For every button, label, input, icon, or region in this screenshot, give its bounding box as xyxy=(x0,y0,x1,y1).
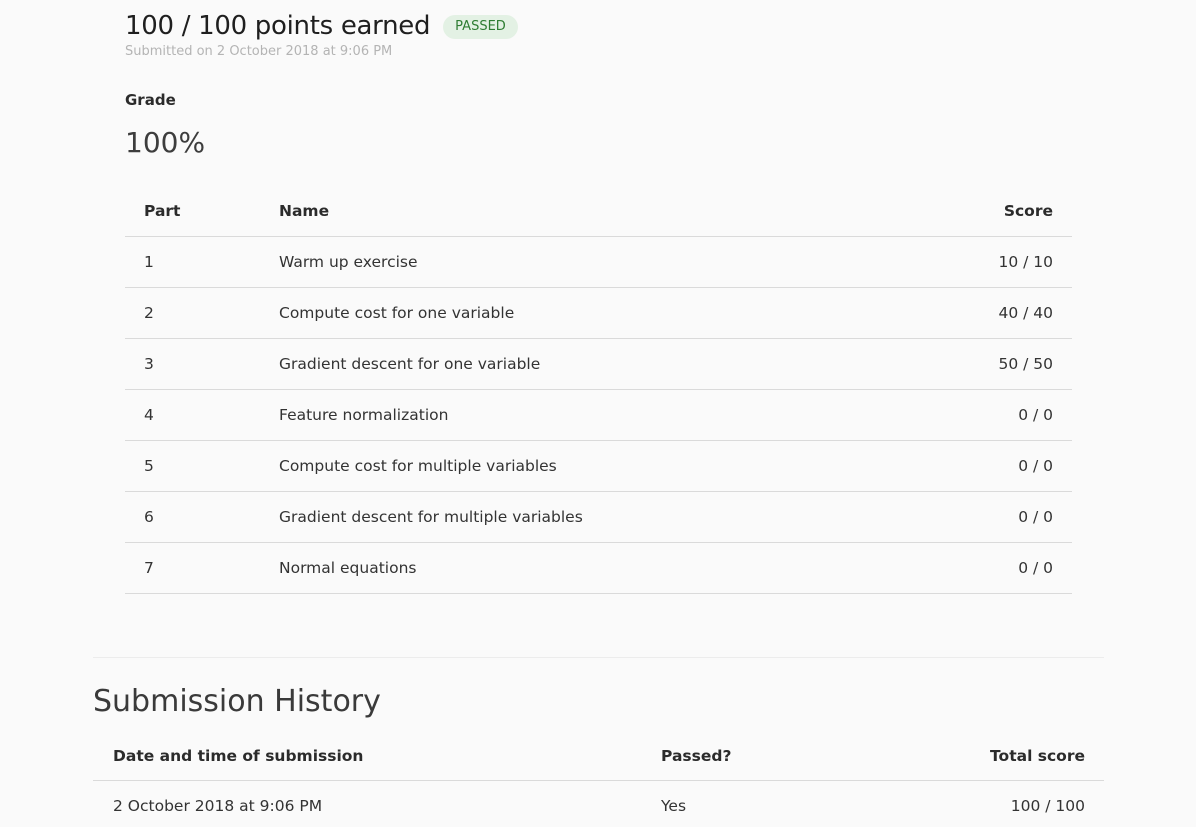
part-name: Warm up exercise xyxy=(279,236,879,288)
table-row: 3 Gradient descent for one variable 50 /… xyxy=(125,338,1072,390)
column-header-name: Name xyxy=(279,186,879,237)
part-score: 0 / 0 xyxy=(879,542,1072,594)
submission-history-title: Submission History xyxy=(93,684,381,719)
part-score: 50 / 50 xyxy=(879,338,1072,390)
submission-total-score: 100 / 100 xyxy=(1010,797,1085,815)
passed-badge: PASSED xyxy=(443,15,518,39)
table-row: 2 October 2018 at 9:06 PM Yes 100 / 100 xyxy=(93,781,1104,827)
result-header: 100 / 100 points earned PASSED xyxy=(125,8,518,44)
table-row: 7 Normal equations 0 / 0 xyxy=(125,542,1072,594)
table-row: 6 Gradient descent for multiple variable… xyxy=(125,491,1072,543)
submission-date: 2 October 2018 at 9:06 PM xyxy=(113,797,323,815)
column-header-score: Score xyxy=(879,186,1072,237)
points-earned: 100 / 100 points earned xyxy=(125,11,431,41)
column-header-passed: Passed? xyxy=(661,731,961,781)
part-name: Compute cost for multiple variables xyxy=(279,440,879,492)
part-score: 10 / 10 xyxy=(879,236,1072,288)
table-row: 5 Compute cost for multiple variables 0 … xyxy=(125,440,1072,492)
part-number: 1 xyxy=(125,236,279,288)
part-name: Feature normalization xyxy=(279,389,879,441)
submitted-date: Submitted on 2 October 2018 at 9:06 PM xyxy=(125,44,393,59)
part-name: Compute cost for one variable xyxy=(279,287,879,339)
column-header-date: Date and time of submission xyxy=(93,731,661,781)
part-number: 4 xyxy=(125,389,279,441)
part-score: 0 / 0 xyxy=(879,440,1072,492)
part-number: 2 xyxy=(125,287,279,339)
part-score: 0 / 0 xyxy=(879,389,1072,441)
parts-table-header-row: Part Name Score xyxy=(125,186,1072,237)
part-name: Normal equations xyxy=(279,542,879,594)
parts-table: Part Name Score 1 Warm up exercise 10 / … xyxy=(125,186,1072,594)
part-number: 5 xyxy=(125,440,279,492)
table-row: 1 Warm up exercise 10 / 10 xyxy=(125,236,1072,288)
part-number: 3 xyxy=(125,338,279,390)
assignment-result-page: 100 / 100 points earned PASSED Submitted… xyxy=(0,0,1196,827)
section-divider xyxy=(93,657,1104,658)
submission-history-table: Date and time of submission Passed? Tota… xyxy=(93,731,1104,827)
grade-label: Grade xyxy=(125,91,176,109)
part-name: Gradient descent for one variable xyxy=(279,338,879,390)
table-row: 2 Compute cost for one variable 40 / 40 xyxy=(125,287,1072,339)
history-header-row: Date and time of submission Passed? Tota… xyxy=(93,731,1104,781)
part-number: 6 xyxy=(125,491,279,543)
part-number: 7 xyxy=(125,542,279,594)
part-score: 40 / 40 xyxy=(879,287,1072,339)
part-name: Gradient descent for multiple variables xyxy=(279,491,879,543)
column-header-part: Part xyxy=(125,186,279,237)
grade-value: 100% xyxy=(125,126,206,159)
part-score: 0 / 0 xyxy=(879,491,1072,543)
submission-passed: Yes xyxy=(661,797,687,815)
column-header-total-score: Total score xyxy=(961,731,1104,781)
table-row: 4 Feature normalization 0 / 0 xyxy=(125,389,1072,441)
